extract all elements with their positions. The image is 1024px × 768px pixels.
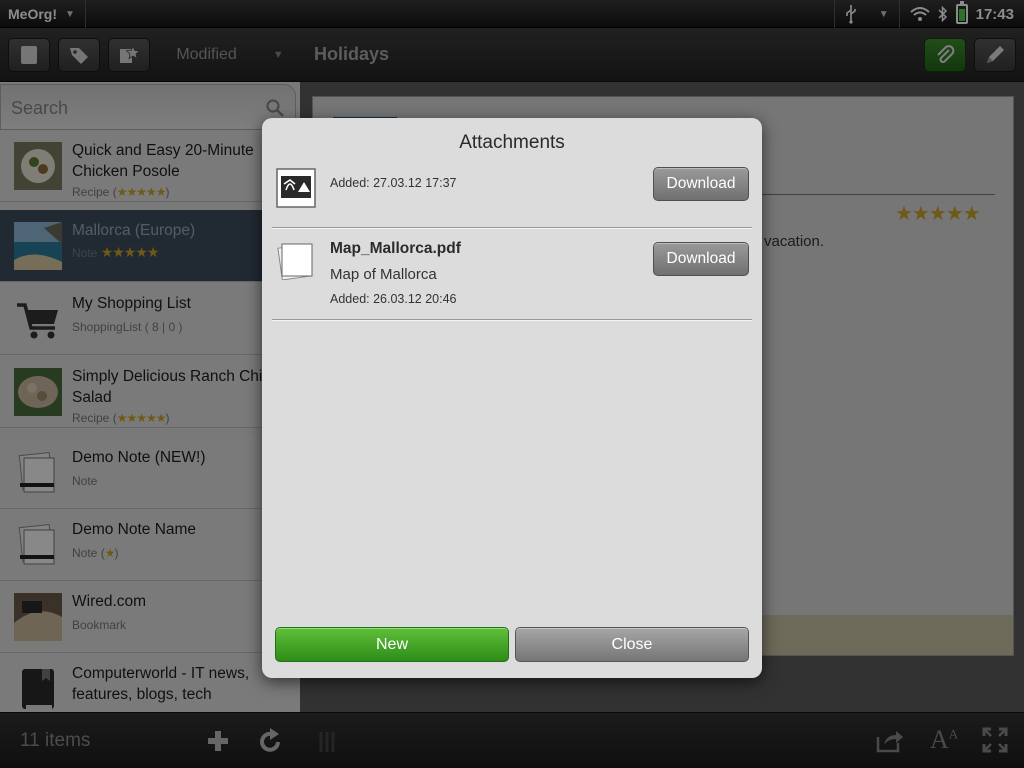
close-button[interactable]: Close [515, 627, 749, 662]
attachment-name: Map_Mallorca.pdf [330, 240, 461, 257]
download-button[interactable]: Download [653, 242, 749, 276]
attachment-row[interactable]: Map_Mallorca.pdf Map of Mallorca Added: … [272, 230, 752, 321]
download-button[interactable]: Download [653, 167, 749, 201]
dialog-title: Attachments [459, 132, 565, 153]
attachment-row[interactable]: Added: 27.03.12 17:37 Download [272, 160, 752, 229]
attachment-added-date: Added: 27.03.12 17:37 [330, 176, 457, 190]
image-icon [276, 168, 316, 208]
document-icon [277, 243, 313, 280]
new-attachment-button[interactable]: New [275, 627, 509, 662]
attachment-description: Map of Mallorca [330, 266, 437, 283]
attachments-dialog: Attachments Added: 27.03.12 17:37 Downlo… [262, 118, 762, 678]
attachment-added-date: Added: 26.03.12 20:46 [330, 292, 457, 306]
